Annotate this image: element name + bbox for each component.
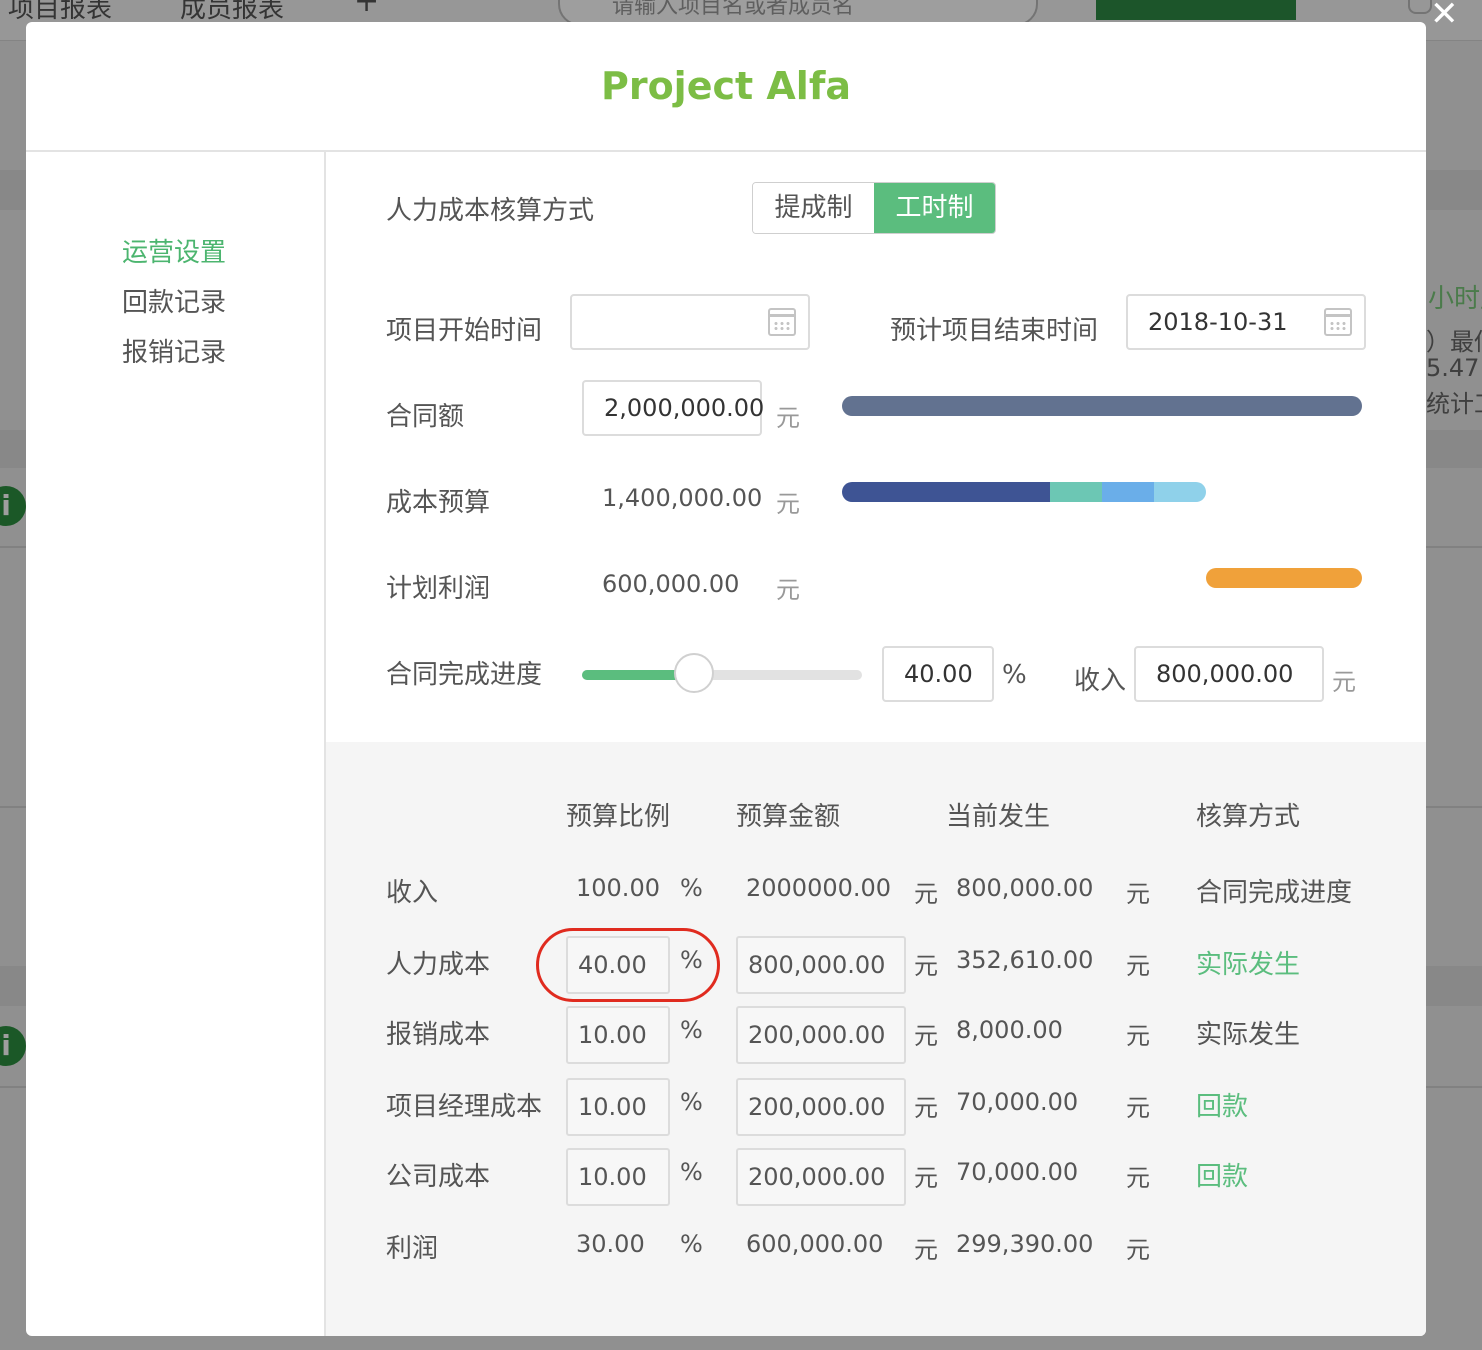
- row-amount: 600,000.00: [746, 1230, 884, 1258]
- row-current: 800,000.00: [956, 874, 1094, 902]
- annotation-circle: [536, 928, 720, 1002]
- row-amount-unit: 元: [914, 1022, 938, 1050]
- calendar-icon[interactable]: [1324, 308, 1352, 336]
- row-ratio-input[interactable]: 10.00: [566, 1006, 670, 1064]
- project-settings-modal: Project Alfa 运营设置 回款记录 报销记录 人力成本核算方式 提成制…: [26, 22, 1426, 1336]
- row-percent-unit: %: [680, 1230, 703, 1258]
- planned-profit-value: 600,000.00: [602, 570, 740, 598]
- row-ratio-input[interactable]: 10.00: [566, 1148, 670, 1206]
- cost-budget-unit: 元: [776, 490, 800, 518]
- row-current-unit: 元: [1126, 880, 1150, 908]
- income-input[interactable]: 800,000.00: [1134, 646, 1324, 702]
- calendar-icon[interactable]: [768, 308, 796, 336]
- cost-budget-bar: [842, 482, 1206, 502]
- profit-bar-fill: [1206, 568, 1362, 588]
- cost-method-toggle: 提成制 工时制: [752, 182, 996, 234]
- row-name: 人力成本: [386, 950, 491, 980]
- settings-main: 人力成本核算方式 提成制 工时制 项目开始时间 预计项目结束时间 2018-10…: [326, 152, 1426, 1336]
- contract-bar-fill: [842, 396, 1362, 416]
- modal-title: Project Alfa: [600, 64, 852, 108]
- row-percent-unit: %: [680, 1016, 703, 1044]
- sidebar-item-payment-records[interactable]: 回款记录: [122, 282, 226, 319]
- row-current-unit: 元: [1126, 1022, 1150, 1050]
- row-method: 合同完成进度: [1196, 878, 1353, 908]
- progress-percent-unit: %: [1002, 660, 1027, 690]
- row-amount-input[interactable]: 800,000.00: [736, 936, 906, 994]
- row-name: 报销成本: [386, 1020, 491, 1050]
- end-date-label: 预计项目结束时间: [890, 316, 1099, 346]
- row-current: 352,610.00: [956, 946, 1094, 974]
- row-current-unit: 元: [1126, 1094, 1150, 1122]
- row-name: 收入: [386, 878, 439, 908]
- row-amount: 2000000.00: [746, 874, 892, 902]
- row-ratio: 100.00: [576, 874, 660, 902]
- contract-unit: 元: [776, 404, 800, 432]
- cost-method-label: 人力成本核算方式: [386, 196, 595, 226]
- cost-budget-label: 成本预算: [386, 488, 491, 518]
- row-name: 公司成本: [386, 1162, 491, 1192]
- row-percent-unit: %: [680, 1158, 703, 1186]
- sidebar-item-operation-settings[interactable]: 运营设置: [122, 232, 226, 269]
- row-method-link[interactable]: 实际发生: [1196, 944, 1300, 981]
- row-ratio: 30.00: [576, 1230, 645, 1258]
- row-amount-unit: 元: [914, 952, 938, 980]
- contract-amount-input[interactable]: 2,000,000.00: [582, 380, 764, 436]
- row-current: 8,000.00: [956, 1016, 1063, 1044]
- progress-slider[interactable]: [582, 653, 862, 693]
- row-current-unit: 元: [1126, 1164, 1150, 1192]
- reimbursement-cost-segment: [1050, 482, 1102, 502]
- start-date-label: 项目开始时间: [386, 316, 543, 346]
- modal-header: Project Alfa: [26, 22, 1426, 152]
- planned-profit-label: 计划利润: [386, 574, 491, 604]
- labor-cost-segment: [842, 482, 1050, 502]
- income-unit: 元: [1332, 668, 1356, 696]
- header-accounting-method: 核算方式: [1196, 802, 1301, 832]
- profit-bar: [1206, 568, 1362, 588]
- row-ratio-input[interactable]: 10.00: [566, 1078, 670, 1136]
- row-amount-input[interactable]: 200,000.00: [736, 1006, 906, 1064]
- timesheet-option-button[interactable]: 工时制: [874, 183, 995, 233]
- row-method-link[interactable]: 回款: [1196, 1156, 1248, 1193]
- income-label: 收入: [1074, 666, 1127, 696]
- header-budget-amount: 预算金额: [736, 802, 841, 832]
- contract-bar: [842, 396, 1362, 416]
- settings-form: 人力成本核算方式 提成制 工时制 项目开始时间 预计项目结束时间 2018-10…: [326, 152, 1426, 742]
- header-budget-ratio: 预算比例: [566, 802, 671, 832]
- manager-cost-segment: [1102, 482, 1154, 502]
- row-amount-unit: 元: [914, 1164, 938, 1192]
- progress-input[interactable]: 40.00: [882, 646, 994, 702]
- sidebar-item-reimbursement-records[interactable]: 报销记录: [122, 332, 226, 369]
- row-name: 项目经理成本: [386, 1092, 543, 1122]
- progress-label: 合同完成进度: [386, 660, 543, 690]
- row-method-link[interactable]: 回款: [1196, 1086, 1248, 1123]
- row-amount-unit: 元: [914, 1236, 938, 1264]
- header-current: 当前发生: [946, 802, 1051, 832]
- row-amount-input[interactable]: 200,000.00: [736, 1148, 906, 1206]
- row-percent-unit: %: [680, 1088, 703, 1116]
- row-name: 利润: [386, 1234, 439, 1264]
- modal-sidebar: 运营设置 回款记录 报销记录: [26, 152, 326, 1336]
- row-current: 70,000.00: [956, 1088, 1079, 1116]
- row-percent-unit: %: [680, 874, 703, 902]
- row-current: 70,000.00: [956, 1158, 1079, 1186]
- close-icon[interactable]: ✕: [1430, 0, 1459, 34]
- row-method: 实际发生: [1196, 1020, 1301, 1050]
- row-current-unit: 元: [1126, 1236, 1150, 1264]
- row-current: 299,390.00: [956, 1230, 1094, 1258]
- company-cost-segment: [1154, 482, 1206, 502]
- row-amount-unit: 元: [914, 1094, 938, 1122]
- row-amount-input[interactable]: 200,000.00: [736, 1078, 906, 1136]
- row-current-unit: 元: [1126, 952, 1150, 980]
- planned-profit-unit: 元: [776, 576, 800, 604]
- progress-slider-handle[interactable]: [674, 653, 714, 693]
- commission-option-button[interactable]: 提成制: [753, 183, 874, 233]
- contract-amount-label: 合同额: [386, 402, 465, 432]
- row-amount-unit: 元: [914, 880, 938, 908]
- cost-budget-value: 1,400,000.00: [602, 484, 763, 512]
- budget-table: 预算比例 预算金额 当前发生 核算方式 收入 100.00 % 2000000.…: [326, 742, 1426, 1336]
